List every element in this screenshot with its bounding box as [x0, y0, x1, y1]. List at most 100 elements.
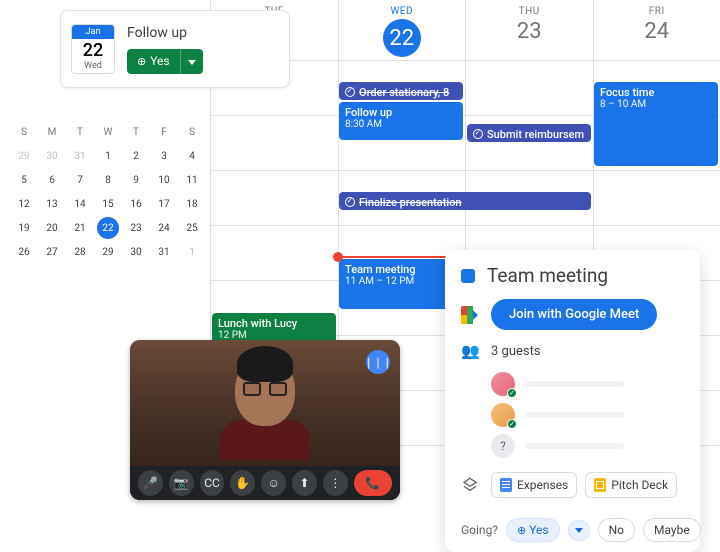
rsvp-dropdown-button[interactable]: [180, 49, 203, 74]
mini-cal-dow: T: [122, 120, 150, 144]
mini-cal-day[interactable]: 13: [38, 192, 66, 216]
mini-cal-day[interactable]: 31: [150, 240, 178, 264]
guest-name-placeholder: [525, 412, 625, 418]
guest-row[interactable]: ✓: [491, 372, 684, 396]
mini-cal-day[interactable]: 31: [66, 144, 94, 168]
date-chip-month: Jan: [72, 25, 114, 39]
event-focus-time[interactable]: Focus time 8 – 10 AM: [594, 82, 718, 166]
going-label: Going?: [461, 523, 498, 537]
event-card-title: Follow up: [127, 25, 203, 41]
attachment-icon: [461, 477, 479, 493]
people-icon: 👥: [461, 342, 479, 360]
mini-cal-day[interactable]: 19: [10, 216, 38, 240]
guest-row[interactable]: ?: [491, 434, 684, 458]
dom-label: 23: [466, 19, 593, 44]
camera-button[interactable]: 📷: [169, 470, 194, 496]
mini-cal-day[interactable]: 29: [10, 144, 38, 168]
attachment-expenses[interactable]: Expenses: [491, 472, 577, 498]
mini-cal-dow: S: [178, 120, 206, 144]
event-submit-reimbursement[interactable]: Submit reimbursem: [467, 124, 591, 142]
mini-cal-day[interactable]: 8: [94, 168, 122, 192]
accepted-status-icon: ✓: [507, 419, 517, 429]
mini-cal-day[interactable]: 4: [178, 144, 206, 168]
rsvp-maybe-pill[interactable]: Maybe: [643, 518, 701, 542]
mini-cal-day[interactable]: 6: [38, 168, 66, 192]
mini-cal-day[interactable]: 18: [178, 192, 206, 216]
event-color-swatch: [461, 269, 475, 283]
raise-hand-button[interactable]: ✋: [230, 470, 255, 496]
dow-label: THU: [466, 6, 593, 17]
mini-cal-day[interactable]: 11: [178, 168, 206, 192]
mini-cal-day[interactable]: 20: [38, 216, 66, 240]
attachment-pitch-deck[interactable]: Pitch Deck: [585, 472, 677, 498]
mini-cal-day[interactable]: 15: [94, 192, 122, 216]
date-chip-day: 22: [72, 39, 114, 61]
date-chip: Jan 22 Wed: [71, 24, 115, 74]
checkmark-icon: [345, 197, 355, 207]
mini-cal-day[interactable]: 14: [66, 192, 94, 216]
mini-cal-day[interactable]: 12: [10, 192, 38, 216]
mini-cal-day[interactable]: 5: [10, 168, 38, 192]
video-call-window: ❘❘❘ 🎤 📷 CC ✋ ☺ ⬆ ⋮ 📞: [130, 340, 400, 500]
rsvp-yes-pill[interactable]: ⊕Yes: [506, 518, 560, 542]
mini-cal-day[interactable]: 1: [94, 144, 122, 168]
dow-label: FRI: [594, 6, 720, 17]
mini-cal-day[interactable]: 7: [66, 168, 94, 192]
mic-button[interactable]: 🎤: [138, 470, 163, 496]
mini-cal-day[interactable]: 9: [122, 168, 150, 192]
date-chip-dow: Wed: [72, 61, 114, 73]
mini-cal-day[interactable]: 23: [122, 216, 150, 240]
checkmark-icon: [345, 87, 355, 97]
mini-cal-dow: S: [10, 120, 38, 144]
mini-calendar: SMTWTFS 29303112345678910111213141516171…: [10, 120, 206, 264]
event-quick-card: Jan 22 Wed Follow up ⊕Yes: [60, 10, 290, 88]
mini-cal-day[interactable]: 16: [122, 192, 150, 216]
join-meet-button[interactable]: Join with Google Meet: [491, 299, 657, 330]
mini-cal-day[interactable]: 25: [178, 216, 206, 240]
mini-cal-day[interactable]: 2: [122, 144, 150, 168]
mini-cal-dow: W: [94, 120, 122, 144]
mini-cal-day[interactable]: 22: [94, 216, 122, 240]
dom-label: 24: [594, 19, 720, 44]
mini-cal-day[interactable]: 28: [66, 240, 94, 264]
google-meet-icon: [461, 306, 479, 324]
reactions-button[interactable]: ☺: [261, 470, 286, 496]
mini-cal-day[interactable]: 30: [38, 144, 66, 168]
mini-cal-day[interactable]: 26: [10, 240, 38, 264]
chevron-down-icon: [575, 528, 583, 533]
more-options-button[interactable]: ⋮: [323, 470, 348, 496]
dom-label-selected: 22: [383, 19, 421, 57]
mini-cal-day[interactable]: 27: [38, 240, 66, 264]
mini-cal-day[interactable]: 29: [94, 240, 122, 264]
guest-avatar-unknown: ?: [491, 434, 515, 458]
mini-cal-day[interactable]: 3: [150, 144, 178, 168]
rsvp-no-pill[interactable]: No: [598, 518, 635, 542]
event-finalize-presentation[interactable]: Finalize presentation: [339, 192, 591, 210]
end-call-button[interactable]: 📞: [354, 470, 392, 496]
day-header-thu[interactable]: THU 23: [465, 0, 593, 60]
rsvp-yes-dropdown[interactable]: [568, 520, 590, 541]
dow-label: WED: [339, 6, 466, 17]
guest-avatar: ✓: [491, 372, 515, 396]
mini-cal-day[interactable]: 24: [150, 216, 178, 240]
chevron-down-icon: [188, 60, 196, 65]
mini-cal-day[interactable]: 17: [150, 192, 178, 216]
speaking-indicator-icon: ❘❘❘: [366, 350, 390, 374]
guest-list: ✓ ✓ ?: [491, 372, 684, 458]
captions-button[interactable]: CC: [200, 470, 225, 496]
guest-row[interactable]: ✓: [491, 403, 684, 427]
event-follow-up[interactable]: Follow up 8:30 AM: [339, 102, 463, 140]
day-header-fri[interactable]: FRI 24: [593, 0, 720, 60]
mini-cal-day[interactable]: 1: [178, 240, 206, 264]
google-slides-icon: [594, 478, 606, 492]
mini-cal-day[interactable]: 21: [66, 216, 94, 240]
present-button[interactable]: ⬆: [292, 470, 317, 496]
rsvp-icon: ⊕: [137, 55, 146, 68]
mini-cal-day[interactable]: 10: [150, 168, 178, 192]
day-header-wed[interactable]: WED 22: [338, 0, 466, 60]
mini-cal-day[interactable]: 30: [122, 240, 150, 264]
mini-calendar-table: SMTWTFS 29303112345678910111213141516171…: [10, 120, 206, 264]
mini-cal-dow: F: [150, 120, 178, 144]
event-order-stationary[interactable]: Order stationary, 8: [339, 82, 463, 100]
rsvp-yes-button[interactable]: ⊕Yes: [127, 49, 180, 74]
